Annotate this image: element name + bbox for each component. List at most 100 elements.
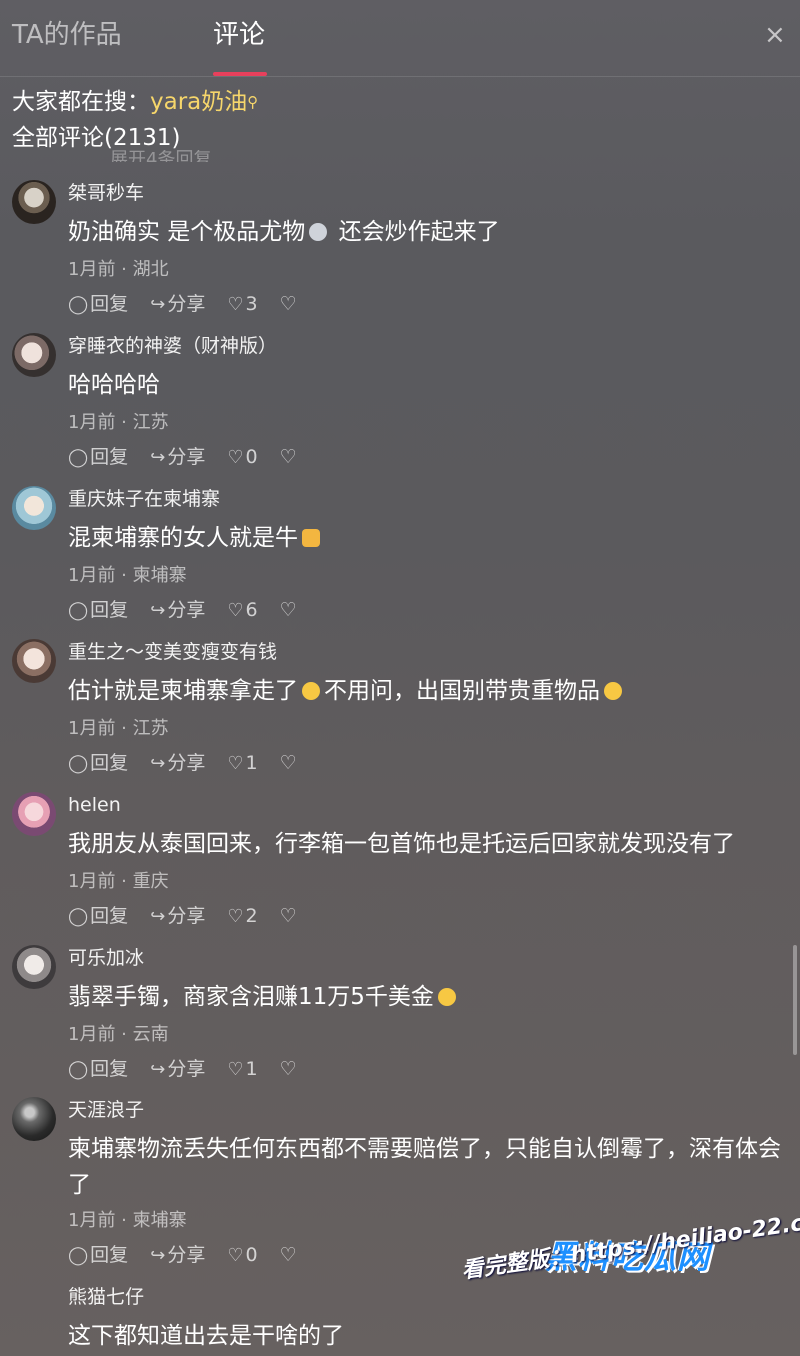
avatar[interactable] <box>12 333 56 377</box>
reply-icon: ◯ <box>68 294 89 315</box>
like-count: 6 <box>245 599 258 621</box>
tab-works[interactable]: TA的作品 <box>12 18 122 52</box>
share-icon: ↪ <box>150 294 166 315</box>
dislike-icon[interactable]: ♡ <box>280 292 297 316</box>
dislike-icon[interactable]: ♡ <box>280 751 297 775</box>
comment-username[interactable]: 可乐加冰 <box>68 946 144 970</box>
comment-username[interactable]: helen <box>68 793 121 817</box>
search-icon: ⚲ <box>247 93 259 111</box>
heart-icon: ♡ <box>227 1245 244 1266</box>
share-label: 分享 <box>167 1244 206 1266</box>
comment-username[interactable]: 穿睡衣的神婆（财神版） <box>68 334 277 358</box>
skull-emoji <box>309 223 328 241</box>
like-button[interactable]: ♡ 1 <box>227 751 257 776</box>
reply-button[interactable]: ◯ 回复 <box>68 292 128 317</box>
comment-meta: 1月前 · 湖北 <box>68 259 169 280</box>
share-label: 分享 <box>167 599 206 621</box>
share-button[interactable]: ↪ 分享 <box>150 598 205 623</box>
reply-label: 回复 <box>90 293 129 315</box>
reply-label: 回复 <box>90 905 129 927</box>
comment-text: 混柬埔寨的女人就是牛 <box>68 520 788 556</box>
reply-icon: ◯ <box>68 753 89 774</box>
dislike-icon[interactable]: ♡ <box>280 904 297 928</box>
dislike-icon[interactable]: ♡ <box>280 598 297 622</box>
share-icon: ↪ <box>150 447 166 468</box>
comment-text: 柬埔寨物流丢失任何东西都不需要赔偿了，只能自认倒霉了，深有体会了 <box>68 1136 781 1198</box>
avatar[interactable] <box>12 486 56 530</box>
like-button[interactable]: ♡ 0 <box>227 1243 257 1268</box>
like-count: 3 <box>245 293 258 315</box>
share-label: 分享 <box>167 446 206 468</box>
share-button[interactable]: ↪ 分享 <box>150 292 205 317</box>
share-button[interactable]: ↪ 分享 <box>150 751 205 776</box>
collapsed-replies[interactable]: 展开4条回复 <box>110 150 211 162</box>
reply-button[interactable]: ◯ 回复 <box>68 1243 128 1268</box>
heart-icon: ♡ <box>227 294 244 315</box>
share-label: 分享 <box>167 905 206 927</box>
comment-text-part: 不用问，出国别带贵重物品 <box>324 678 600 704</box>
reply-button[interactable]: ◯ 回复 <box>68 598 128 623</box>
laugh-cry-emoji <box>604 682 622 700</box>
comment-meta: 1月前 · 江苏 <box>68 718 169 739</box>
comment-text: 估计就是柬埔寨拿走了 不用问，出国别带贵重物品 <box>68 673 788 709</box>
search-keyword[interactable]: yara奶油 <box>150 89 247 115</box>
comment-username[interactable]: 桀哥秒车 <box>68 181 144 205</box>
heart-icon: ♡ <box>227 906 244 927</box>
reply-icon: ◯ <box>68 447 89 468</box>
comment-actions: ◯ 回复 ↪ 分享 ♡ 0 ♡ <box>68 445 297 470</box>
reply-icon: ◯ <box>68 1245 89 1266</box>
avatar[interactable] <box>12 792 56 836</box>
reply-label: 回复 <box>90 446 129 468</box>
search-suggestion[interactable]: 大家都在搜：yara奶油⚲ <box>12 86 258 118</box>
share-button[interactable]: ↪ 分享 <box>150 1243 205 1268</box>
reply-button[interactable]: ◯ 回复 <box>68 445 128 470</box>
comment-meta: 1月前 · 柬埔寨 <box>68 565 187 586</box>
reply-button[interactable]: ◯ 回复 <box>68 751 128 776</box>
avatar[interactable] <box>12 639 56 683</box>
comment-actions: ◯ 回复 ↪ 分享 ♡ 3 ♡ <box>68 292 297 317</box>
share-icon: ↪ <box>150 600 166 621</box>
comment-text: 我朋友从泰国回来，行李箱一包首饰也是托运后回家就发现没有了 <box>68 831 735 857</box>
like-button[interactable]: ♡ 1 <box>227 1057 257 1082</box>
reply-button[interactable]: ◯ 回复 <box>68 1057 128 1082</box>
dislike-icon[interactable]: ♡ <box>280 445 297 469</box>
comment-username[interactable]: 重庆妹子在柬埔寨 <box>68 487 220 511</box>
comment-text: 这下都知道出去是干啥的了 <box>68 1323 344 1349</box>
share-button[interactable]: ↪ 分享 <box>150 904 205 929</box>
like-button[interactable]: ♡ 2 <box>227 904 257 929</box>
thumbs-up-emoji <box>302 529 320 547</box>
tab-comments[interactable]: 评论 <box>213 18 265 52</box>
comment-meta: 1月前 · 云南 <box>68 1024 169 1045</box>
share-label: 分享 <box>167 1058 206 1080</box>
dislike-icon[interactable]: ♡ <box>280 1057 297 1081</box>
heart-icon: ♡ <box>227 447 244 468</box>
comment-username[interactable]: 重生之～变美变瘦变有钱 <box>68 640 277 664</box>
scrollbar[interactable] <box>793 945 797 1055</box>
close-icon[interactable]: × <box>764 20 786 50</box>
comment-text: 翡翠手镯，商家含泪赚11万5千美金 <box>68 979 788 1015</box>
comment-actions: ◯ 回复 ↪ 分享 ♡ 6 ♡ <box>68 598 297 623</box>
comment-text-part: 还会炒作起来了 <box>338 219 500 245</box>
reply-icon: ◯ <box>68 1059 89 1080</box>
comment-username[interactable]: 天涯浪子 <box>68 1098 144 1122</box>
heart-icon: ♡ <box>227 753 244 774</box>
avatar[interactable] <box>12 180 56 224</box>
comment-username[interactable]: 熊猫七仔 <box>68 1285 144 1309</box>
comment-meta: 1月前 · 柬埔寨 <box>68 1210 187 1231</box>
like-button[interactable]: ♡ 3 <box>227 292 257 317</box>
reply-label: 回复 <box>90 599 129 621</box>
tab-bar: TA的作品 评论 × <box>0 0 800 77</box>
like-button[interactable]: ♡ 0 <box>227 445 257 470</box>
share-button[interactable]: ↪ 分享 <box>150 445 205 470</box>
share-button[interactable]: ↪ 分享 <box>150 1057 205 1082</box>
dislike-icon[interactable]: ♡ <box>280 1243 297 1267</box>
heart-icon: ♡ <box>227 1059 244 1080</box>
avatar[interactable] <box>12 945 56 989</box>
share-icon: ↪ <box>150 753 166 774</box>
reply-button[interactable]: ◯ 回复 <box>68 904 128 929</box>
like-button[interactable]: ♡ 6 <box>227 598 257 623</box>
avatar[interactable] <box>12 1097 56 1141</box>
comment-text-part: 混柬埔寨的女人就是牛 <box>68 525 298 551</box>
like-count: 2 <box>245 905 258 927</box>
comment-actions: ◯ 回复 ↪ 分享 ♡ 1 ♡ <box>68 751 297 776</box>
